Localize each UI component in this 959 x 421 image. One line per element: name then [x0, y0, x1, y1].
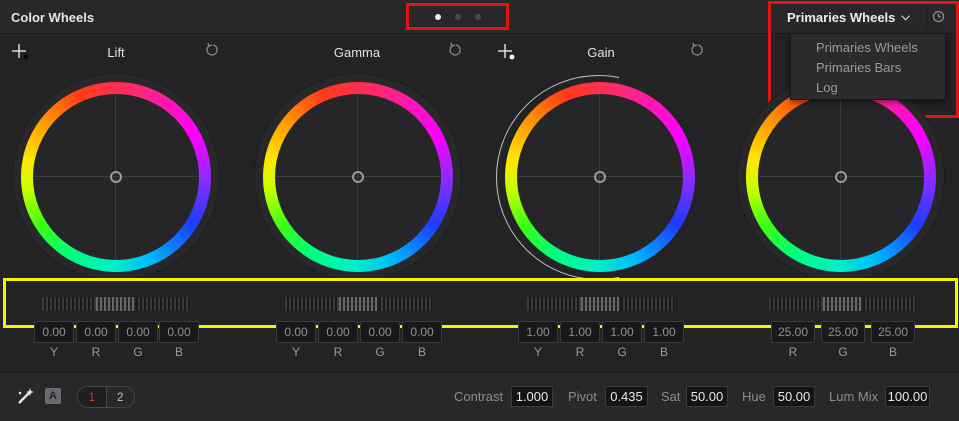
channel-label: R: [575, 345, 585, 359]
channel-label: Y: [533, 345, 542, 359]
lift-g-value[interactable]: 0.00: [118, 321, 158, 343]
page-dot-2[interactable]: [455, 14, 461, 20]
sat-field[interactable]: 50.00: [686, 386, 728, 407]
master-wheel-offset[interactable]: [769, 297, 916, 311]
wheel-center-handle[interactable]: [352, 171, 364, 183]
contrast-label: Contrast: [454, 389, 504, 404]
channel-label: B: [417, 345, 426, 359]
master-wheel-lift[interactable]: [42, 297, 189, 311]
page-2-button[interactable]: 2: [107, 387, 135, 407]
channel-label: R: [333, 345, 343, 359]
page-dot-3[interactable]: [475, 14, 481, 20]
reset-icon[interactable]: [205, 42, 221, 58]
channel-label: Y: [49, 345, 58, 359]
auto-color-button[interactable]: A: [45, 388, 61, 404]
mode-selected-label: Primaries Wheels: [787, 9, 896, 25]
color-wheel-lift[interactable]: [21, 82, 211, 272]
panel-title: Color Wheels: [11, 10, 95, 25]
reset-all-button[interactable]: [926, 6, 948, 28]
lum-mix-field[interactable]: 100.00: [885, 386, 930, 407]
mode-dropdown-button[interactable]: Primaries Wheels ⌵: [787, 8, 910, 26]
gain-y-value[interactable]: 1.00: [518, 321, 558, 343]
pivot-label: Pivot: [568, 389, 597, 404]
channel-label: R: [788, 345, 798, 359]
pivot-field[interactable]: 0.435: [605, 386, 648, 407]
gamma-g-value[interactable]: 0.00: [360, 321, 400, 343]
offset-g-value[interactable]: 25.00: [821, 321, 865, 343]
reset-icon[interactable]: [690, 42, 706, 58]
dropdown-item-primaries-bars[interactable]: Primaries Bars: [816, 60, 901, 75]
reset-icon[interactable]: [448, 42, 464, 58]
offset-b-value[interactable]: 25.00: [871, 321, 915, 343]
auto-balance-icon[interactable]: [16, 386, 38, 406]
wheel-center-handle[interactable]: [835, 171, 847, 183]
page-indicator: [406, 3, 509, 30]
crosshair-picker-icon[interactable]: [11, 43, 31, 63]
lift-r-value[interactable]: 0.00: [76, 321, 116, 343]
channel-label: R: [91, 345, 101, 359]
lum-mix-label: Lum Mix: [829, 389, 879, 404]
master-wheel-gamma[interactable]: [285, 297, 432, 311]
chevron-down-icon: ⌵: [901, 10, 910, 23]
page-dot-1[interactable]: [435, 14, 441, 20]
offset-r-value[interactable]: 25.00: [771, 321, 815, 343]
lift-y-value[interactable]: 0.00: [34, 321, 74, 343]
hue-field[interactable]: 50.00: [773, 386, 815, 407]
gamma-y-value[interactable]: 0.00: [276, 321, 316, 343]
gain-g-value[interactable]: 1.00: [602, 321, 642, 343]
dropdown-item-primaries-wheels[interactable]: Primaries Wheels: [816, 40, 918, 55]
hue-label: Hue: [742, 389, 766, 404]
reset-all-icon: [932, 10, 945, 23]
page-1-button[interactable]: 1: [78, 387, 107, 407]
dropdown-item-log[interactable]: Log: [816, 80, 838, 95]
mode-dropdown-menu: Primaries Wheels Primaries Bars Log: [790, 33, 946, 100]
channel-label: Y: [291, 345, 300, 359]
channel-label: B: [659, 345, 668, 359]
channel-label: G: [838, 345, 848, 359]
crosshair-picker-icon[interactable]: [497, 43, 517, 63]
master-wheel-gain[interactable]: [527, 297, 674, 311]
contrast-field[interactable]: 1.000: [511, 386, 553, 407]
gain-b-value[interactable]: 1.00: [644, 321, 684, 343]
wheel-label-gain: Gain: [587, 45, 615, 60]
color-wheel-offset[interactable]: [746, 82, 936, 272]
wheel-label-lift: Lift: [107, 45, 125, 60]
gamma-b-value[interactable]: 0.00: [402, 321, 442, 343]
lift-b-value[interactable]: 0.00: [159, 321, 199, 343]
wheel-label-gamma: Gamma: [333, 45, 381, 60]
channel-label: G: [133, 345, 143, 359]
channel-label: B: [174, 345, 183, 359]
channel-label: B: [888, 345, 897, 359]
channel-label: G: [617, 345, 627, 359]
wheel-page-switch: 1 2: [77, 386, 135, 408]
channel-label: G: [375, 345, 385, 359]
gamma-r-value[interactable]: 0.00: [318, 321, 358, 343]
color-wheel-gain[interactable]: [505, 82, 695, 272]
sat-label: Sat: [661, 389, 681, 404]
wheel-center-handle[interactable]: [594, 171, 606, 183]
wheel-center-handle[interactable]: [110, 171, 122, 183]
color-wheel-gamma[interactable]: [263, 82, 453, 272]
gain-r-value[interactable]: 1.00: [560, 321, 600, 343]
